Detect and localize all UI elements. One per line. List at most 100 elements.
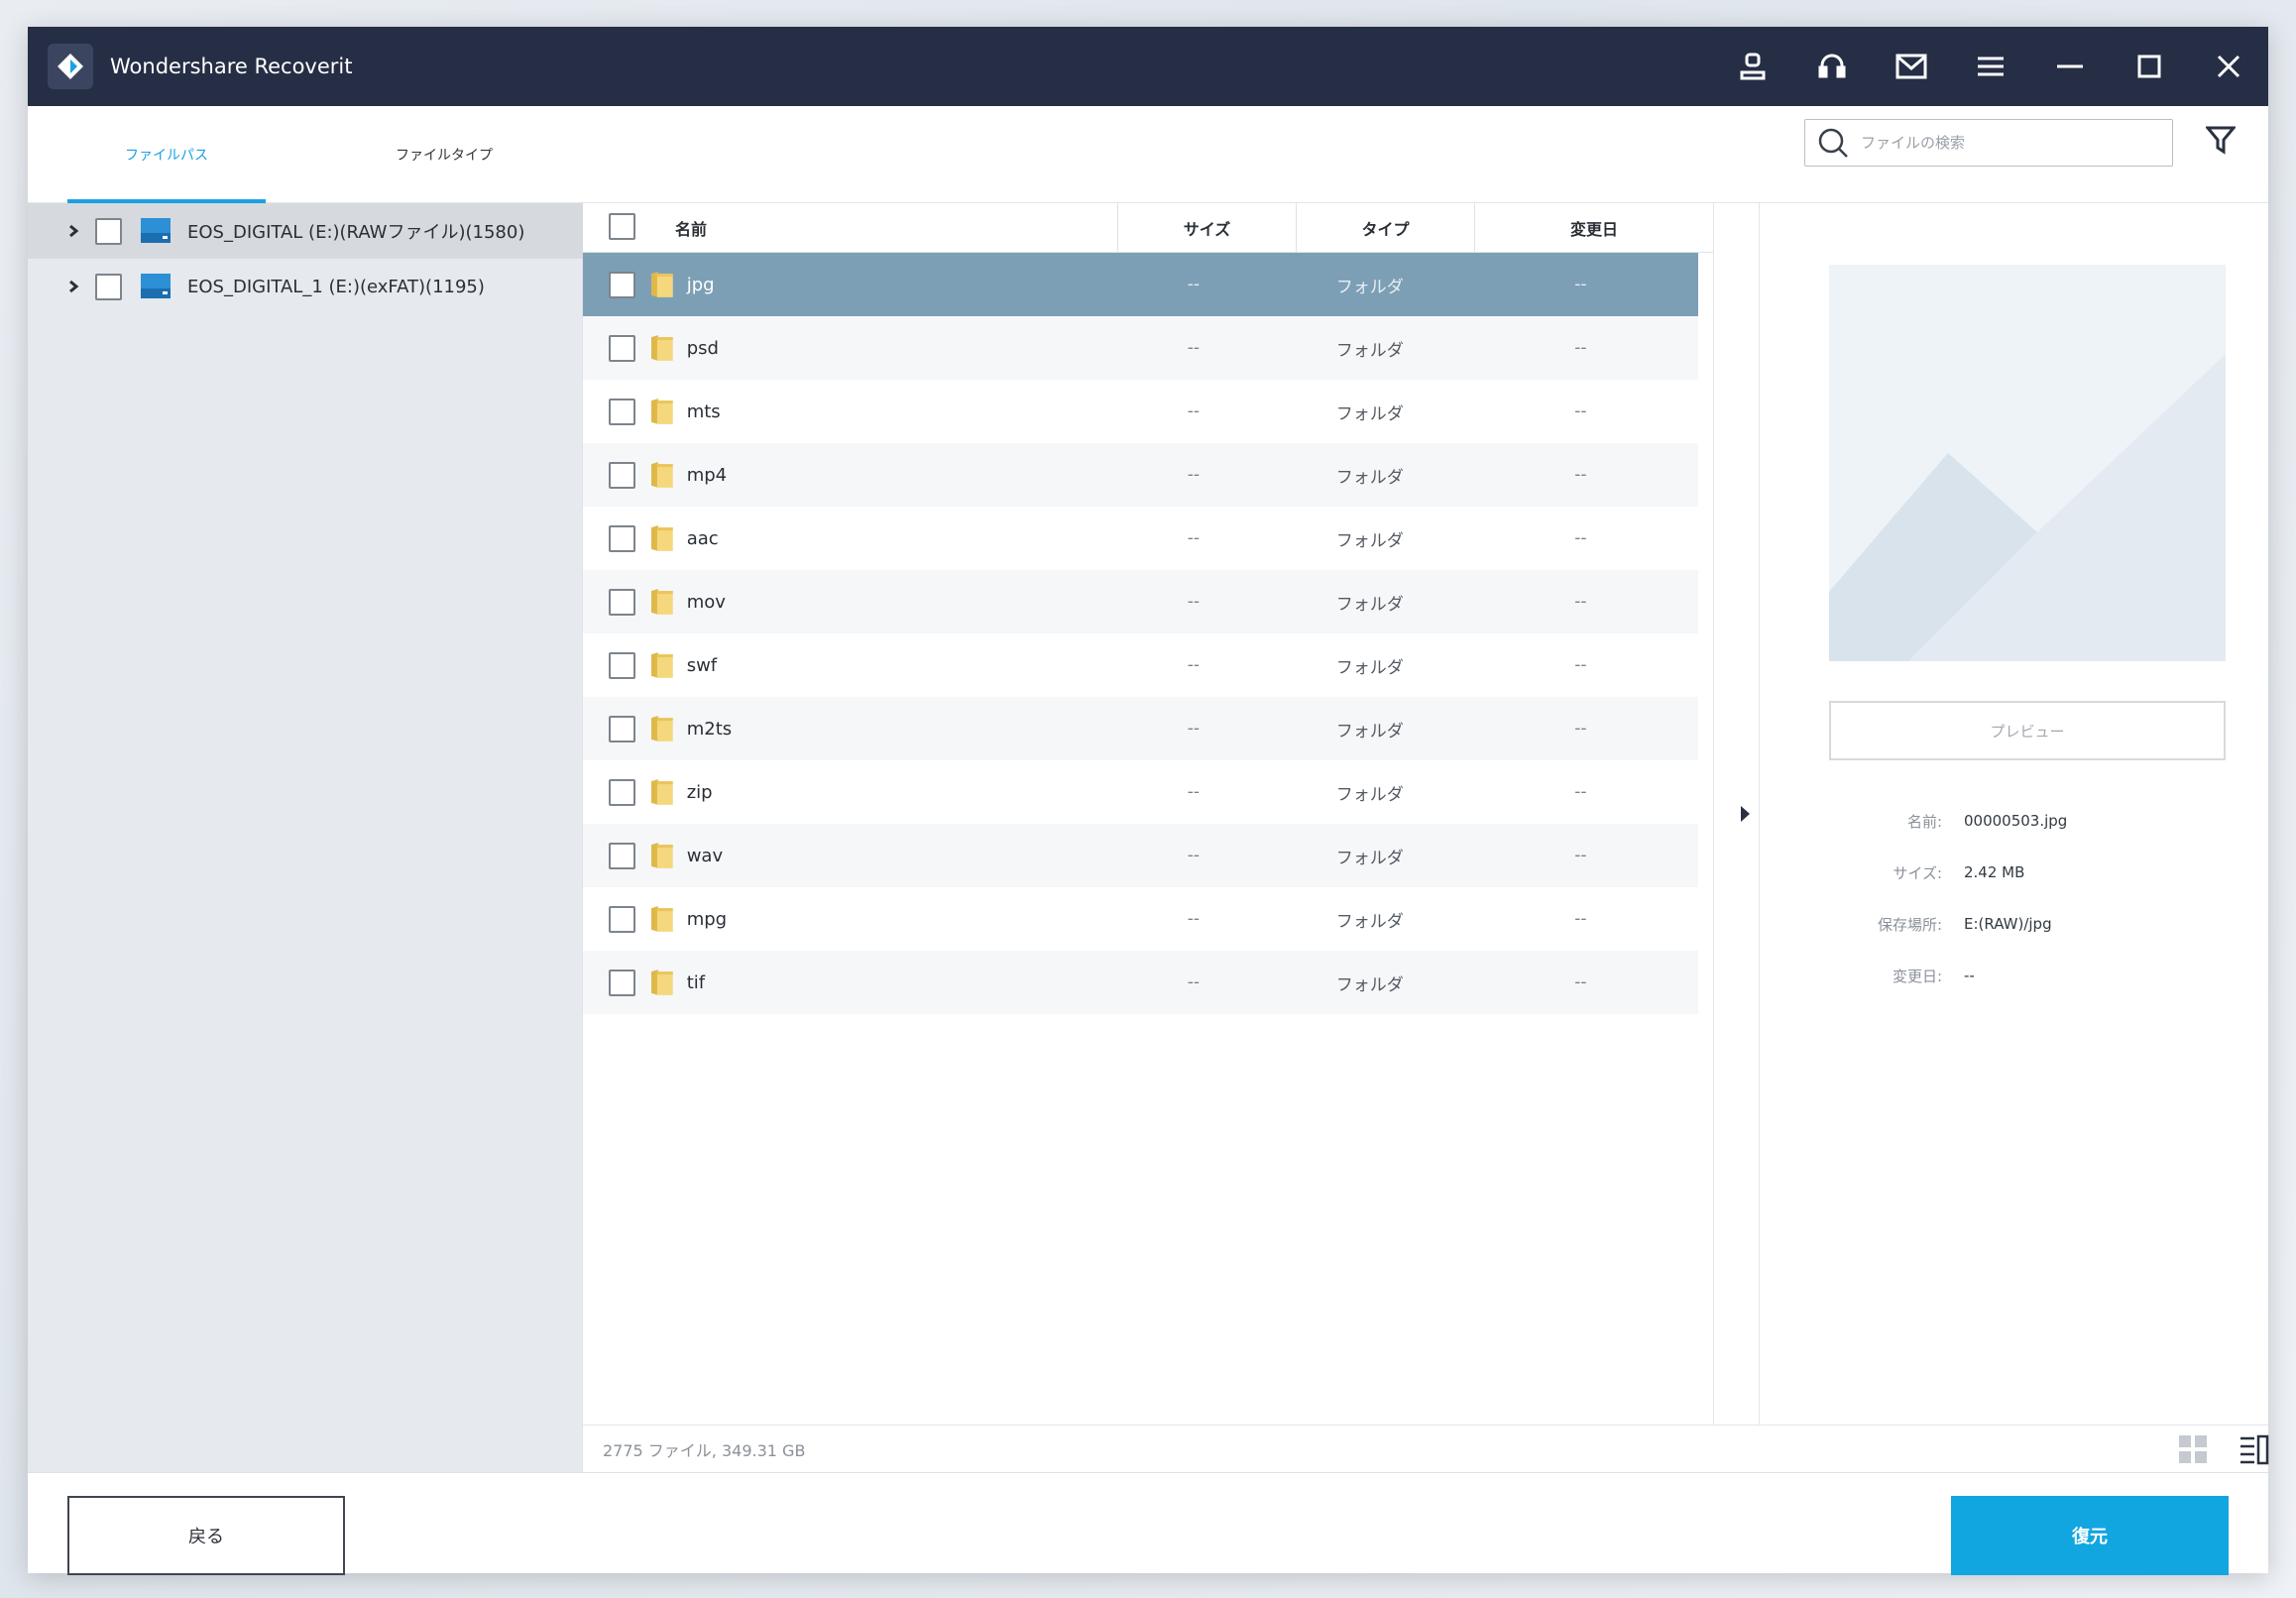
file-modified: -- xyxy=(1574,592,1587,612)
search-icon xyxy=(1818,128,1848,158)
file-modified: -- xyxy=(1574,846,1587,865)
file-name: m2ts xyxy=(686,718,733,740)
tab-file-type[interactable]: ファイルタイプ xyxy=(305,106,583,203)
column-type-header[interactable]: タイプ xyxy=(1297,202,1475,253)
chevron-right-icon[interactable] xyxy=(52,280,95,293)
folder-icon xyxy=(650,525,673,551)
table-row[interactable]: tif -- フォルダ -- xyxy=(583,951,1698,1014)
minimize-icon[interactable] xyxy=(2030,27,2110,106)
column-size-header[interactable]: サイズ xyxy=(1118,202,1297,253)
file-modified: -- xyxy=(1574,782,1587,802)
tree-item-label: EOS_DIGITAL (E:)(RAWファイル)(1580) xyxy=(187,222,525,243)
row-checkbox[interactable] xyxy=(609,715,635,742)
row-checkbox[interactable] xyxy=(609,588,635,616)
back-button[interactable]: 戻る xyxy=(67,1496,345,1575)
maximize-icon[interactable] xyxy=(2110,27,2189,106)
row-checkbox[interactable] xyxy=(609,271,635,298)
row-checkbox[interactable] xyxy=(609,778,635,806)
folder-icon xyxy=(650,335,673,361)
folder-icon xyxy=(650,716,673,742)
search-box[interactable] xyxy=(1804,119,2173,167)
file-size: -- xyxy=(1187,465,1200,485)
table-row[interactable]: swf -- フォルダ -- xyxy=(583,633,1698,697)
select-all-checkbox[interactable] xyxy=(609,212,635,240)
account-icon[interactable] xyxy=(1713,27,1792,106)
file-name: psd xyxy=(686,337,719,359)
file-modified: -- xyxy=(1574,528,1587,548)
footer: 戻る 復元 xyxy=(28,1472,2268,1575)
mail-icon[interactable] xyxy=(1872,27,1951,106)
collapse-preview-icon[interactable] xyxy=(1741,806,1750,822)
file-name: tif xyxy=(686,971,706,993)
meta-label: サイズ: xyxy=(1893,863,1942,882)
file-name: mts xyxy=(686,400,721,422)
folder-icon xyxy=(650,462,673,488)
file-size: -- xyxy=(1187,782,1200,802)
grid-view-icon[interactable] xyxy=(2177,1433,2209,1465)
recover-button[interactable]: 復元 xyxy=(1951,1496,2229,1575)
table-row[interactable]: psd -- フォルダ -- xyxy=(583,316,1698,380)
list-view-icon[interactable] xyxy=(2239,1433,2270,1465)
tab-file-path[interactable]: ファイルパス xyxy=(28,106,305,203)
row-checkbox[interactable] xyxy=(609,842,635,869)
row-checkbox[interactable] xyxy=(609,398,635,425)
file-name: aac xyxy=(686,527,719,549)
file-size: -- xyxy=(1187,655,1200,675)
tree-checkbox[interactable] xyxy=(95,217,122,245)
menu-icon[interactable] xyxy=(1951,27,2030,106)
file-name: mpg xyxy=(686,908,728,930)
table-row[interactable]: aac -- フォルダ -- xyxy=(583,507,1698,570)
meta-value: E:(RAW)/jpg xyxy=(1964,915,2052,933)
file-type: フォルダ xyxy=(1335,277,1404,297)
folder-icon xyxy=(650,906,673,932)
row-checkbox[interactable] xyxy=(609,524,635,552)
file-name: swf xyxy=(686,654,718,676)
file-size: -- xyxy=(1187,528,1200,548)
chevron-right-icon[interactable] xyxy=(52,224,95,238)
folder-icon xyxy=(650,272,673,297)
file-modified: -- xyxy=(1574,719,1587,739)
file-type: フォルダ xyxy=(1335,974,1404,995)
column-name-label: 名前 xyxy=(675,219,708,239)
file-modified: -- xyxy=(1574,401,1587,421)
file-type: フォルダ xyxy=(1335,403,1404,424)
file-modified: -- xyxy=(1574,972,1587,992)
tree-item-drive-exfat[interactable]: EOS_DIGITAL_1 (E:)(exFAT)(1195) xyxy=(28,259,583,314)
file-modified: -- xyxy=(1574,909,1587,929)
row-checkbox[interactable] xyxy=(609,461,635,489)
file-size: -- xyxy=(1187,909,1200,929)
folder-icon xyxy=(650,652,673,678)
file-list-area: 名前 サイズ タイプ 変更日 jpg--フォルダ--psd--フォルダ--mts… xyxy=(583,106,2270,1472)
tree-item-drive-raw[interactable]: EOS_DIGITAL (E:)(RAWファイル)(1580) xyxy=(28,203,583,259)
column-date-header[interactable]: 変更日 xyxy=(1475,203,1713,253)
filter-icon[interactable] xyxy=(2201,120,2240,160)
table-row[interactable]: mpg -- フォルダ -- xyxy=(583,887,1698,951)
file-name: mov xyxy=(686,591,726,613)
row-checkbox[interactable] xyxy=(609,651,635,679)
column-name-header[interactable]: 名前 xyxy=(583,202,1118,253)
meta-value: 00000503.jpg xyxy=(1964,812,2068,830)
row-checkbox[interactable] xyxy=(609,969,635,996)
search-input[interactable] xyxy=(1861,134,2158,152)
file-rows: jpg -- フォルダ -- psd -- フォルダ -- mts -- フォルダ -- mp4 -- フォ… xyxy=(583,253,1698,1014)
close-icon[interactable] xyxy=(2189,27,2268,106)
folder-icon xyxy=(650,589,673,615)
file-modified: -- xyxy=(1574,655,1587,675)
table-row[interactable]: jpg -- フォルダ -- xyxy=(583,253,1698,316)
meta-label: 変更日: xyxy=(1892,967,1942,985)
support-headset-icon[interactable] xyxy=(1792,27,1872,106)
table-row[interactable]: wav -- フォルダ -- xyxy=(583,824,1698,887)
meta-label: 保存場所: xyxy=(1877,915,1942,934)
table-row[interactable]: zip -- フォルダ -- xyxy=(583,760,1698,824)
row-checkbox[interactable] xyxy=(609,334,635,362)
meta-row-location: 保存場所: E:(RAW)/jpg xyxy=(1829,909,2265,939)
table-row[interactable]: mts -- フォルダ -- xyxy=(583,380,1698,443)
drive-icon xyxy=(141,274,171,298)
table-row[interactable]: mp4 -- フォルダ -- xyxy=(583,443,1698,507)
tree-checkbox[interactable] xyxy=(95,273,122,300)
table-row[interactable]: mov -- フォルダ -- xyxy=(583,570,1698,633)
preview-button[interactable]: プレビュー xyxy=(1829,701,2226,760)
row-checkbox[interactable] xyxy=(609,905,635,933)
table-row[interactable]: m2ts -- フォルダ -- xyxy=(583,697,1698,760)
meta-label: 名前: xyxy=(1906,812,1942,831)
